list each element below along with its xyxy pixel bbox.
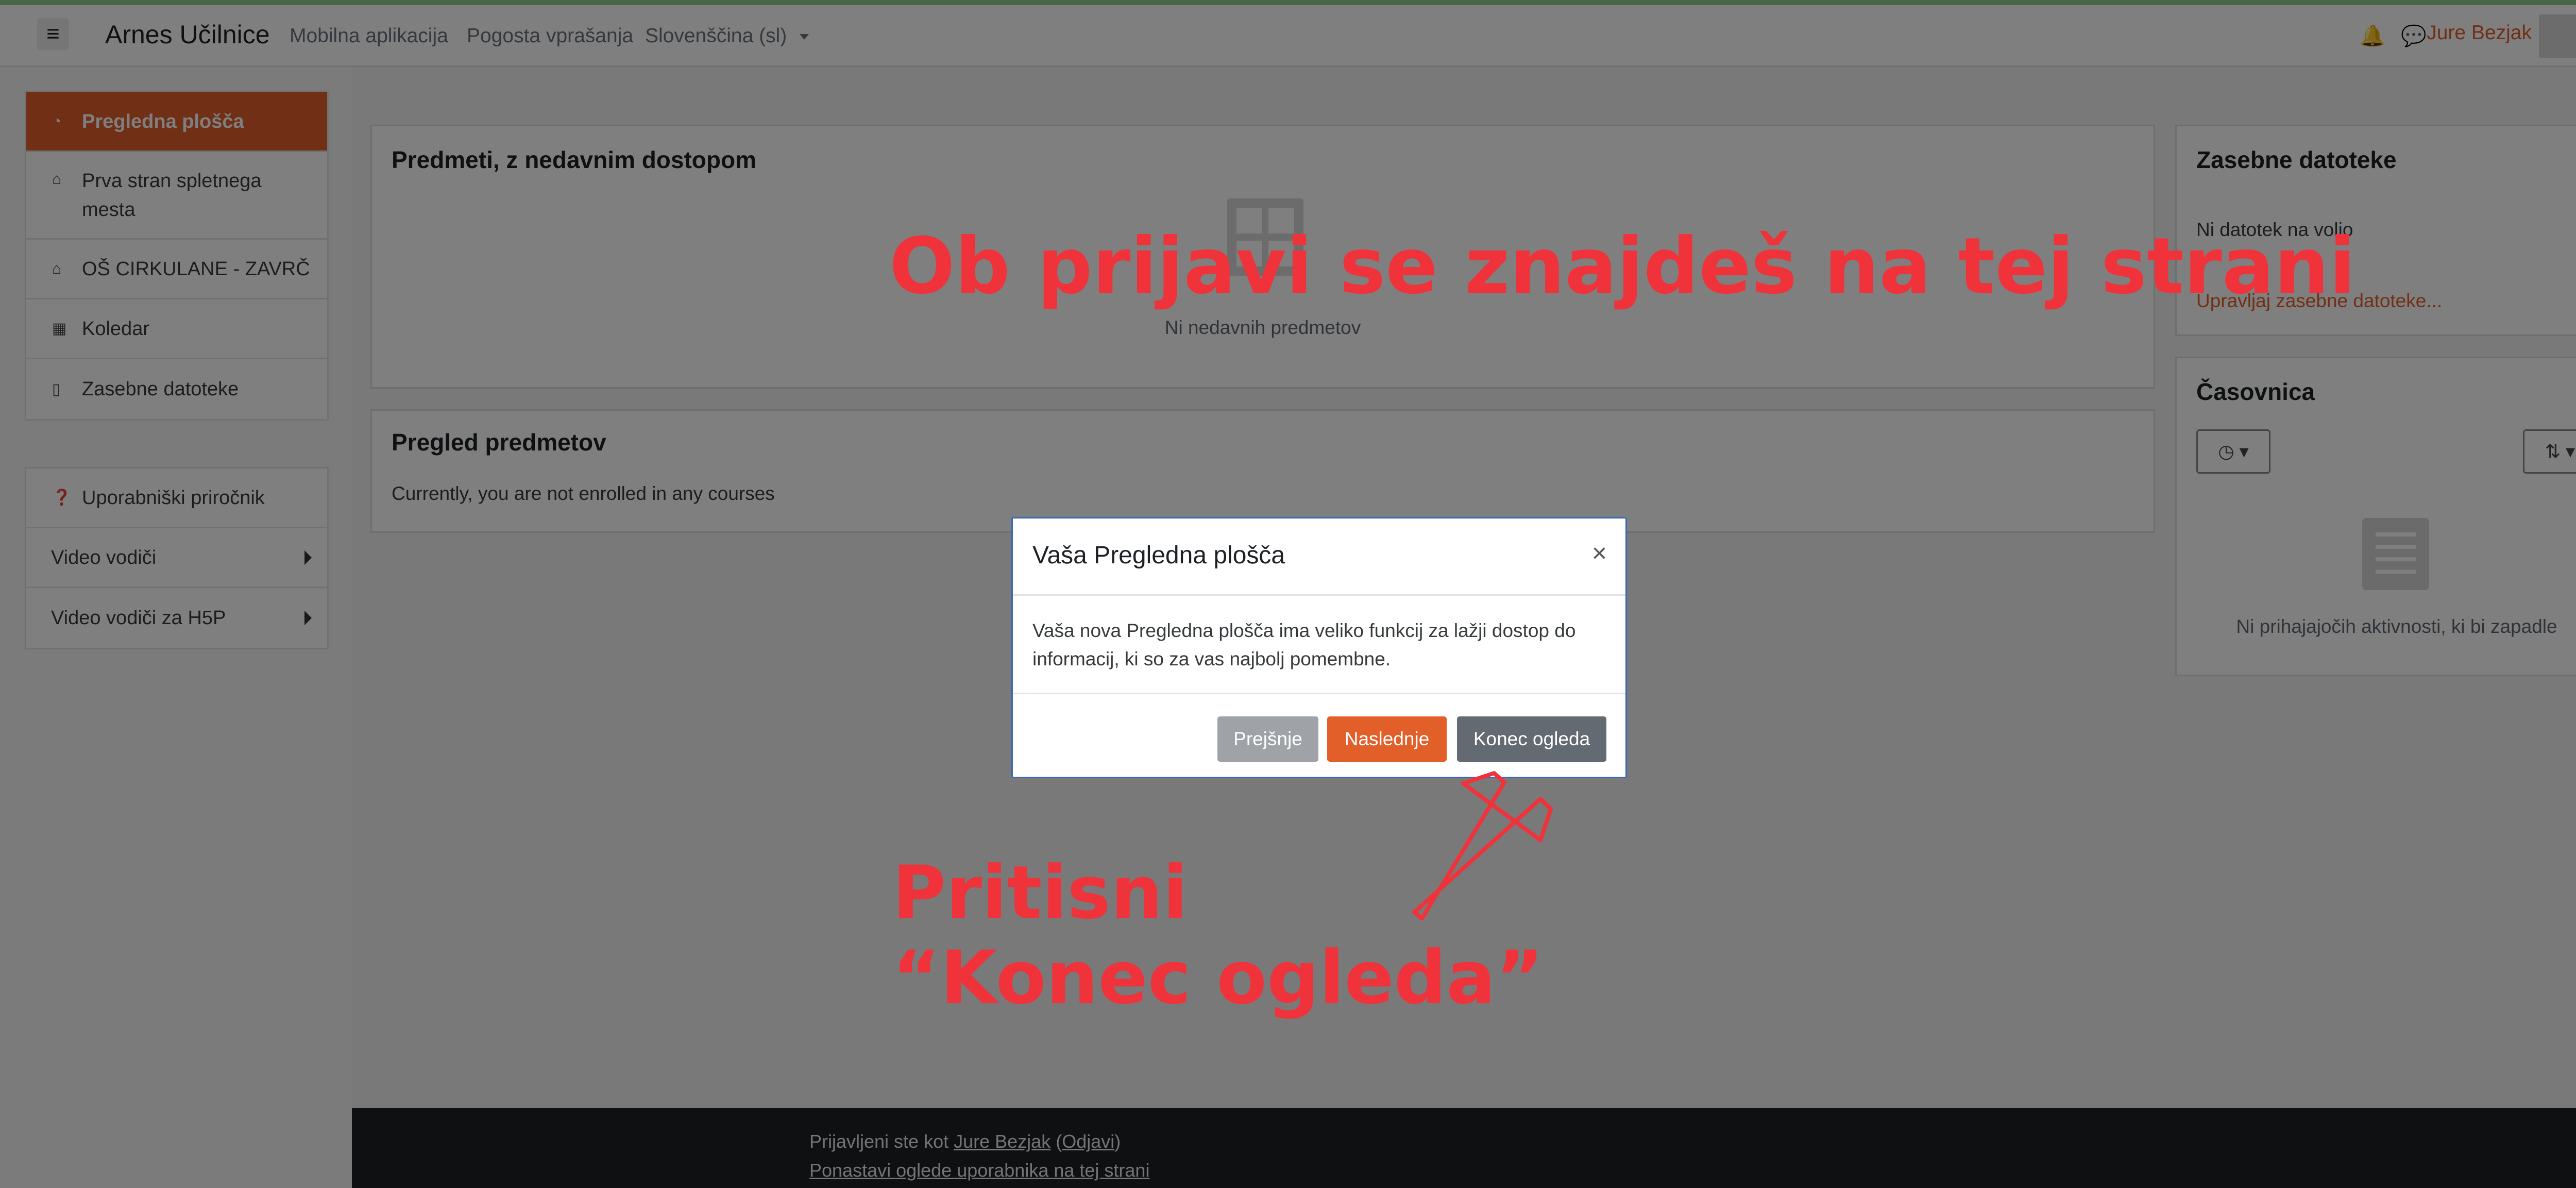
annotation-arrow-icon bbox=[1412, 771, 1553, 921]
